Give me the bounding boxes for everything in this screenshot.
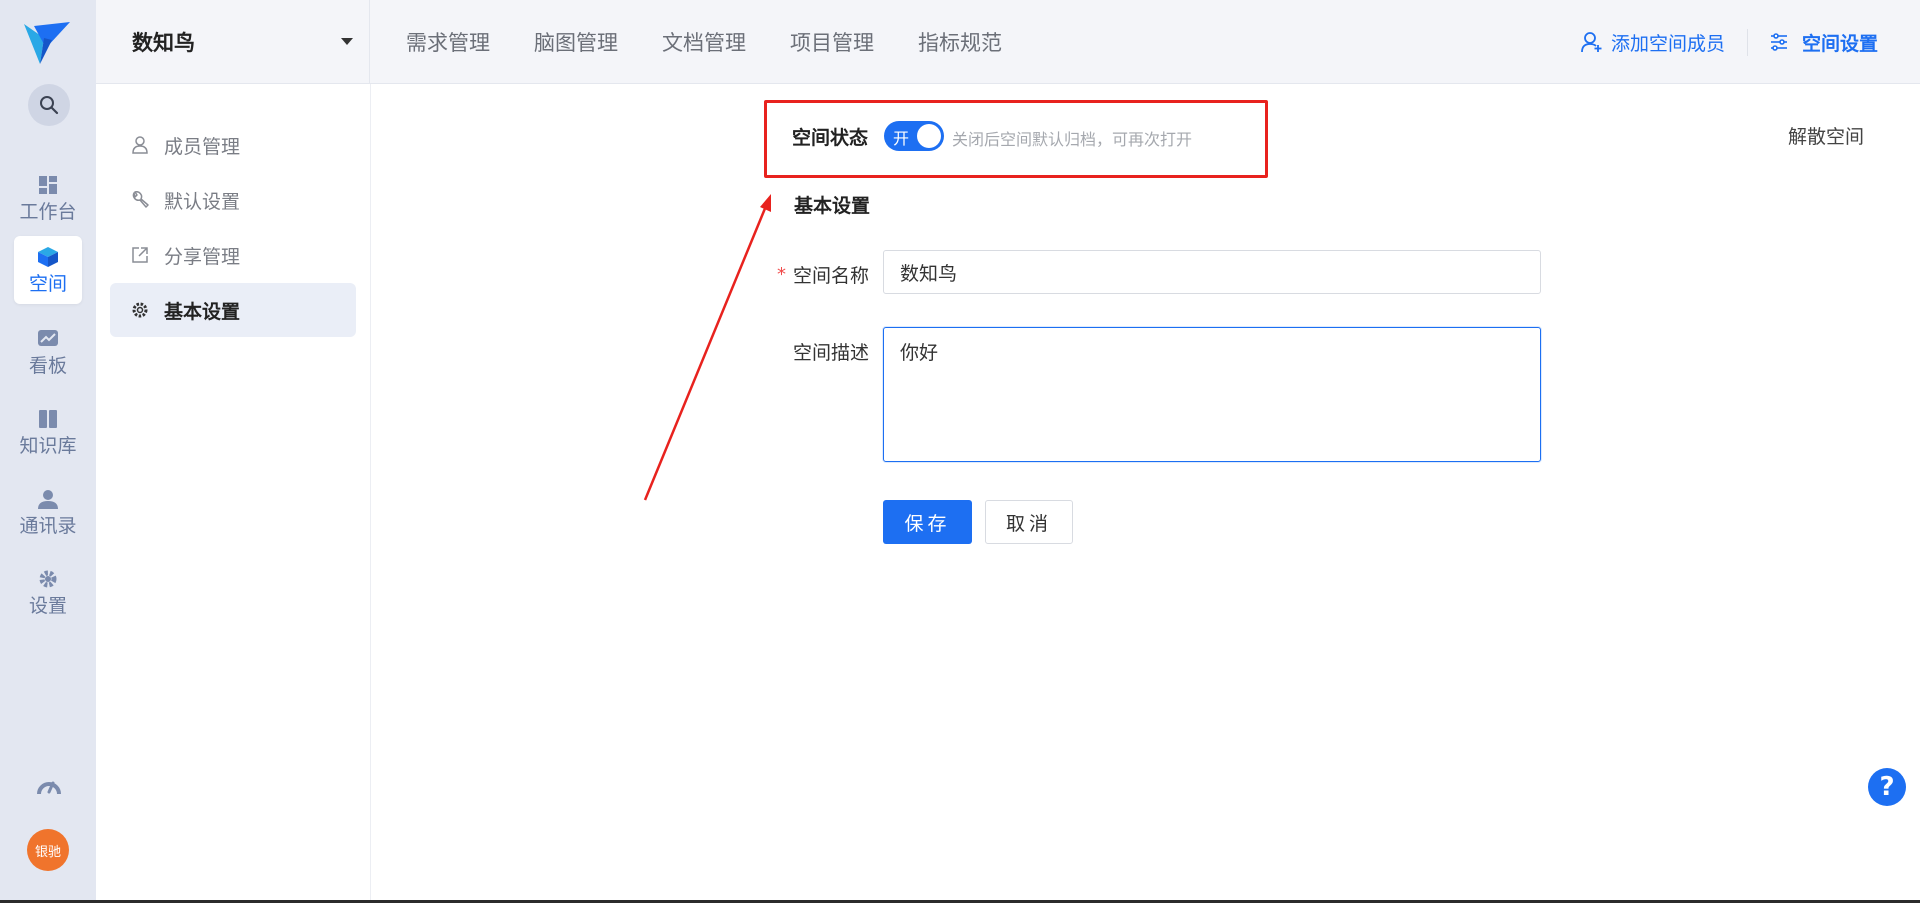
subnav-label: 默认设置 (164, 190, 241, 213)
top-actions: 添加空间成员 空间设置 (1581, 0, 1920, 84)
caret-down-icon (341, 38, 353, 45)
top-nav: 需求管理 脑图管理 文档管理 项目管理 指标规范 (406, 0, 1046, 84)
main-panel: 空间状态 开 关闭后空间默认归档，可再次打开 解散空间 基本设置 * 空间名称 … (372, 84, 1920, 903)
share-icon (130, 245, 150, 265)
subnav-defaults[interactable]: 默认设置 (110, 173, 356, 227)
help-button[interactable]: ? (1868, 768, 1906, 806)
top-bar: 数知鸟 需求管理 脑图管理 文档管理 项目管理 指标规范 添加空间成员 空间设置 (96, 0, 1920, 84)
subnav-label: 基本设置 (164, 300, 241, 323)
rail-item-label: 设置 (28, 594, 67, 617)
space-name: 数知鸟 (132, 31, 195, 55)
subnav-label: 分享管理 (164, 245, 241, 268)
app-root: 工作台 空间 看板 知识库 通讯录 设置 银驰 数知鸟 需求管理 脑图管理 文档… (0, 0, 1920, 903)
dashboard-icon (37, 174, 59, 196)
add-member-button[interactable]: 添加空间成员 (1581, 28, 1748, 56)
rail-item-settings[interactable]: 设置 (14, 558, 82, 626)
space-status-hint: 关闭后空间默认归档，可再次打开 (952, 130, 1193, 149)
settings-sidebar: 成员管理 默认设置 分享管理 基本设置 (96, 84, 371, 903)
book-icon (37, 408, 59, 430)
gear-icon (37, 568, 59, 590)
space-status-label: 空间状态 (792, 127, 869, 149)
subnav-members[interactable]: 成员管理 (110, 118, 356, 172)
app-logo[interactable] (22, 18, 72, 66)
rail-item-space[interactable]: 空间 (14, 236, 82, 304)
space-desc-textarea[interactable]: 你好 (883, 327, 1541, 462)
nav-requirements[interactable]: 需求管理 (406, 27, 490, 57)
rail-item-label: 工作台 (19, 200, 77, 223)
add-member-label: 添加空间成员 (1610, 32, 1725, 55)
nav-documents[interactable]: 文档管理 (662, 27, 746, 57)
subnav-share[interactable]: 分享管理 (110, 228, 356, 282)
contacts-icon (37, 488, 59, 510)
nav-projects[interactable]: 项目管理 (790, 27, 874, 57)
space-settings-label: 空间设置 (1801, 32, 1878, 55)
nav-mindmap[interactable]: 脑图管理 (534, 27, 618, 57)
space-name-input[interactable] (883, 250, 1541, 294)
save-button[interactable]: 保存 (883, 500, 972, 544)
sliders-icon (1770, 33, 1787, 51)
toggle-text: 开 (893, 129, 910, 148)
nav-metrics[interactable]: 指标规范 (918, 27, 1002, 57)
rail-item-label: 空间 (28, 272, 67, 295)
rail-item-workbench[interactable]: 工作台 (14, 164, 82, 232)
add-user-icon (1581, 32, 1602, 53)
wrench-icon (130, 190, 150, 210)
space-selector[interactable]: 数知鸟 (96, 0, 370, 84)
space-desc-label: 空间描述 (793, 342, 870, 364)
rail-item-board[interactable]: 看板 (14, 318, 82, 386)
space-status-toggle[interactable]: 开 (884, 121, 944, 151)
search-icon (40, 96, 59, 115)
chart-board-icon (37, 328, 59, 350)
cancel-button[interactable]: 取消 (985, 500, 1073, 544)
space-name-label: 空间名称 (793, 265, 870, 287)
rail-item-label: 知识库 (19, 434, 77, 457)
user-icon (130, 135, 150, 155)
dissolve-space-button[interactable]: 解散空间 (1788, 122, 1864, 149)
rail-item-knowledge[interactable]: 知识库 (14, 398, 82, 466)
cube-icon (37, 246, 59, 268)
section-title: 基本设置 (794, 195, 871, 217)
avatar[interactable]: 银驰 (27, 829, 69, 871)
space-settings-button[interactable]: 空间设置 (1748, 29, 1920, 56)
rail-item-label: 通讯录 (19, 514, 77, 537)
subnav-label: 成员管理 (164, 135, 241, 158)
toggle-knob (917, 124, 941, 148)
subnav-basic-settings[interactable]: 基本设置 (110, 283, 356, 337)
required-mark: * (777, 264, 786, 285)
rail-item-label: 看板 (28, 354, 67, 377)
gear-icon (130, 300, 150, 320)
rail-item-contacts[interactable]: 通讯录 (14, 478, 82, 546)
left-rail: 工作台 空间 看板 知识库 通讯录 设置 银驰 (0, 0, 96, 903)
search-button[interactable] (28, 84, 70, 126)
speed-gauge-icon[interactable] (36, 774, 62, 800)
